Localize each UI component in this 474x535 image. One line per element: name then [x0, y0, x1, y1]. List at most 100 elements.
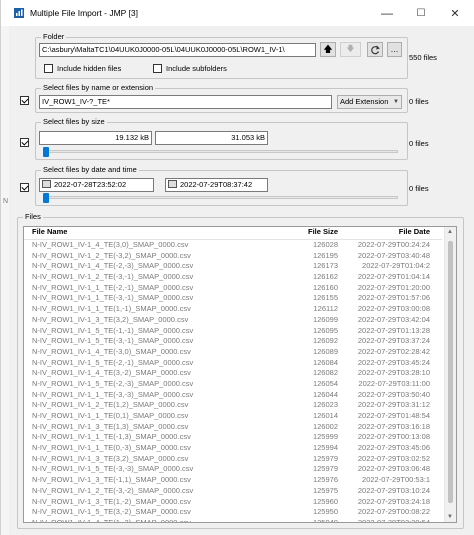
table-row[interactable]: N-IV_ROW1_IV-1_5_TE(-3,-1)_SMAP_0000.csv… [24, 336, 442, 347]
table-row[interactable]: N-IV_ROW1_IV-1_2_TE(-3,-1)_SMAP_0000.csv… [24, 272, 442, 283]
cell-file-name: N-IV_ROW1_IV-1_1_TE(-3,-1)_SMAP_0000.csv [32, 293, 194, 303]
table-row[interactable]: N-IV_ROW1_IV-1_3_TE(3,2)_SMAP_0000.csv 12… [24, 454, 442, 465]
refresh-icon [371, 45, 380, 54]
cell-file-name: N-IV_ROW1_IV-1_3_TE(1,3)_SMAP_0000.csv [32, 421, 189, 431]
table-row[interactable]: N-IV_ROW1_IV-1_5_TE(-2,-3)_SMAP_0000.csv… [24, 379, 442, 390]
cell-file-name: N-IV_ROW1_IV-1_5_TE(-2,-3)_SMAP_0000.csv [32, 378, 194, 388]
go-down-button[interactable]: 🡇 [340, 42, 361, 57]
close-button[interactable]: ✕ [439, 0, 471, 26]
cell-file-date: 2022-07-29T03:00:08 [357, 304, 430, 314]
name-pattern-input[interactable]: IV_ROW1_IV-?_TE* [39, 95, 332, 109]
date-start-input[interactable]: 2022-07-28T23:52:02 [39, 178, 154, 192]
scrollbar-thumb[interactable] [448, 241, 453, 503]
cell-file-name: N-IV_ROW1_IV-1_1_TE(0,-3)_SMAP_0000.csv [32, 443, 191, 453]
size-filter-checkbox[interactable] [20, 138, 29, 147]
table-row[interactable]: N-IV_ROW1_IV-1_5_TE(-2,-1)_SMAP_0000.csv… [24, 358, 442, 369]
table-row[interactable]: N-IV_ROW1_IV-1_3_TE(1,3)_SMAP_0000.csv 12… [24, 422, 442, 433]
calendar-icon [168, 180, 177, 189]
cell-file-date: 2022-07-29T01:48:54 [357, 411, 430, 420]
table-row[interactable]: N-IV_ROW1_IV-1_2_TE(-3,-2)_SMAP_0000.csv… [24, 486, 442, 497]
table-row[interactable]: N-IV_ROW1_IV-1_5_TE(-3,-3)_SMAP_0000.csv… [24, 464, 442, 475]
table-row[interactable]: N-IV_ROW1_IV-1_5_TE(3,-2)_SMAP_0000.csv 1… [24, 507, 442, 518]
table-row[interactable]: N-IV_ROW1_IV-1_1_TE(0,-3)_SMAP_0000.csv 1… [24, 443, 442, 454]
cell-file-date: 2022-07-29T02:28:42 [357, 346, 430, 356]
maximize-button[interactable]: ☐ [405, 0, 437, 26]
table-row[interactable]: N-IV_ROW1_IV-1_2_TE(1,2)_SMAP_0000.csv 12… [24, 400, 442, 411]
date-filter-label: Select files by date and time [41, 165, 139, 174]
date-slider-track[interactable] [43, 196, 398, 199]
table-row[interactable]: N-IV_ROW1_IV-1_1_TE(-2,-1)_SMAP_0000.csv… [24, 283, 442, 294]
table-row[interactable]: N-IV_ROW1_IV-1_1_TE(-3,-3)_SMAP_0000.csv… [24, 390, 442, 401]
cell-file-date: 2022-07-29T00:13:08 [357, 432, 430, 442]
table-row[interactable]: N-IV_ROW1_IV-1_4_TE(1,-3)_SMAP_0000.csv 1… [24, 518, 442, 522]
table-row[interactable]: N-IV_ROW1_IV-1_1_TE(1,-1)_SMAP_0000.csv 1… [24, 304, 442, 315]
date-end-value: 2022-07-29T08:37:42 [180, 180, 253, 189]
size-slider-thumb[interactable] [43, 147, 49, 157]
cell-file-name: N-IV_ROW1_IV-1_4_TE(3,-2)_SMAP_0000.csv [32, 368, 191, 378]
folder-path-input[interactable]: C:\asbury\MaltaTC1\04UUK0J0000-05L\04UUK… [39, 43, 316, 57]
window-title: Multiple File Import - JMP [3] [30, 8, 139, 18]
cell-file-date: 2022-07-29T01:04:14 [357, 272, 430, 282]
include-hidden-label: Include hidden files [57, 64, 122, 73]
table-row[interactable]: N-IV_ROW1_IV-1_3_TE(1,-2)_SMAP_0000.csv 1… [24, 497, 442, 508]
import-window: Multiple File Import - JMP [3] — ☐ ✕ N F… [0, 0, 474, 535]
cell-file-date: 2022-07-29T03:31:12 [357, 400, 430, 410]
cell-file-name: N-IV_ROW1_IV-1_4_TE(-3,0)_SMAP_0000.csv [32, 346, 191, 356]
cell-file-name: N-IV_ROW1_IV-1_3_TE(-1,1)_SMAP_0000.csv [32, 475, 191, 485]
cell-file-date: 2022-07-29T00:24:24 [357, 240, 430, 249]
cell-file-date: 2022-07-29T03:06:48 [357, 464, 430, 474]
add-extension-dropdown[interactable]: Add Extension ▼ [337, 95, 402, 109]
cell-file-date: 2022-07-29T03:37:24 [357, 336, 430, 346]
scroll-up-icon[interactable]: ▲ [447, 229, 453, 235]
table-row[interactable]: N-IV_ROW1_IV-1_4_TE(-2,-3)_SMAP_0000.csv… [24, 261, 442, 272]
column-file-name[interactable]: File Name [32, 227, 67, 236]
file-list-scrollbar[interactable]: ▲ ▼ [444, 227, 456, 522]
table-row[interactable]: N-IV_ROW1_IV-1_3_TE(-1,1)_SMAP_0000.csv 1… [24, 475, 442, 486]
cell-file-name: N-IV_ROW1_IV-1_2_TE(-3,-1)_SMAP_0000.csv [32, 272, 194, 282]
file-list[interactable]: File Name File Size File Date N-IV_ROW1_… [23, 226, 457, 523]
size-max-input[interactable]: 31.053 kB [155, 131, 268, 145]
include-hidden-checkbox[interactable] [44, 64, 53, 73]
cell-file-name: N-IV_ROW1_IV-1_3_TE(3,2)_SMAP_0000.csv [32, 453, 189, 463]
cell-file-date: 2022-07-29T03:10:24 [357, 485, 430, 495]
size-filter-label: Select files by size [41, 117, 107, 126]
size-slider-track[interactable] [43, 150, 398, 153]
file-list-header: File Name File Size File Date [24, 227, 442, 240]
table-row[interactable]: N-IV_ROW1_IV-1_1_TE(-1,3)_SMAP_0000.csv 1… [24, 432, 442, 443]
date-end-input[interactable]: 2022-07-29T08:37:42 [165, 178, 268, 192]
include-subfolders-label: Include subfolders [166, 64, 227, 73]
table-row[interactable]: N-IV_ROW1_IV-1_1_TE(-3,-1)_SMAP_0000.csv… [24, 293, 442, 304]
cell-file-name: N-IV_ROW1_IV-1_1_TE(1,-1)_SMAP_0000.csv [32, 304, 191, 314]
table-row[interactable]: N-IV_ROW1_IV-1_4_TE(3,0)_SMAP_0000.csv 12… [24, 240, 442, 251]
table-row[interactable]: N-IV_ROW1_IV-1_1_TE(0,1)_SMAP_0000.csv 12… [24, 411, 442, 422]
cell-file-date: 2022-07-29T03:45:24 [357, 357, 430, 367]
cell-file-date: 2022-07-29T03:50:40 [357, 389, 430, 399]
cell-file-date: 2022-07-29T03:28:10 [357, 368, 430, 378]
scroll-down-icon[interactable]: ▼ [447, 514, 453, 520]
size-min-input[interactable]: 19.132 kB [39, 131, 152, 145]
cell-file-date: 2022-07-29T03:45:06 [357, 443, 430, 453]
date-filter-checkbox[interactable] [20, 183, 29, 192]
table-row[interactable]: N-IV_ROW1_IV-1_3_TE(3,2)_SMAP_0000.csv 12… [24, 315, 442, 326]
cell-file-date: 2022-07-29T01:13:28 [357, 325, 430, 335]
refresh-button[interactable] [367, 42, 383, 57]
browse-button[interactable]: … [387, 42, 402, 57]
name-filter-file-count: 0 files [409, 97, 429, 106]
name-filter-checkbox[interactable] [20, 96, 29, 105]
minimize-button[interactable]: — [371, 0, 403, 26]
table-row[interactable]: N-IV_ROW1_IV-1_4_TE(-3,0)_SMAP_0000.csv 1… [24, 347, 442, 358]
title-bar[interactable]: Multiple File Import - JMP [3] — ☐ ✕ [1, 0, 474, 26]
include-subfolders-checkbox[interactable] [153, 64, 162, 73]
cell-file-date: 2022-07-29T00:08:22 [357, 507, 430, 517]
cell-file-name: N-IV_ROW1_IV-1_4_TE(-2,-3)_SMAP_0000.csv [32, 261, 194, 271]
size-filter-file-count: 0 files [409, 139, 429, 148]
cell-file-date: 2022-07-29T03:11:00 [358, 378, 430, 388]
date-slider-thumb[interactable] [43, 193, 49, 203]
table-row[interactable]: N-IV_ROW1_IV-1_5_TE(-1,-1)_SMAP_0000.csv… [24, 326, 442, 337]
table-row[interactable]: N-IV_ROW1_IV-1_4_TE(3,-2)_SMAP_0000.csv 1… [24, 368, 442, 379]
table-row[interactable]: N-IV_ROW1_IV-1_2_TE(-3,2)_SMAP_0000.csv 1… [24, 251, 442, 262]
column-file-date[interactable]: File Date [324, 227, 430, 236]
cell-file-name: N-IV_ROW1_IV-1_5_TE(3,-2)_SMAP_0000.csv [32, 507, 191, 517]
arrow-down-icon: 🡇 [346, 43, 355, 53]
parent-folder-button[interactable]: 🡅 [320, 42, 336, 57]
